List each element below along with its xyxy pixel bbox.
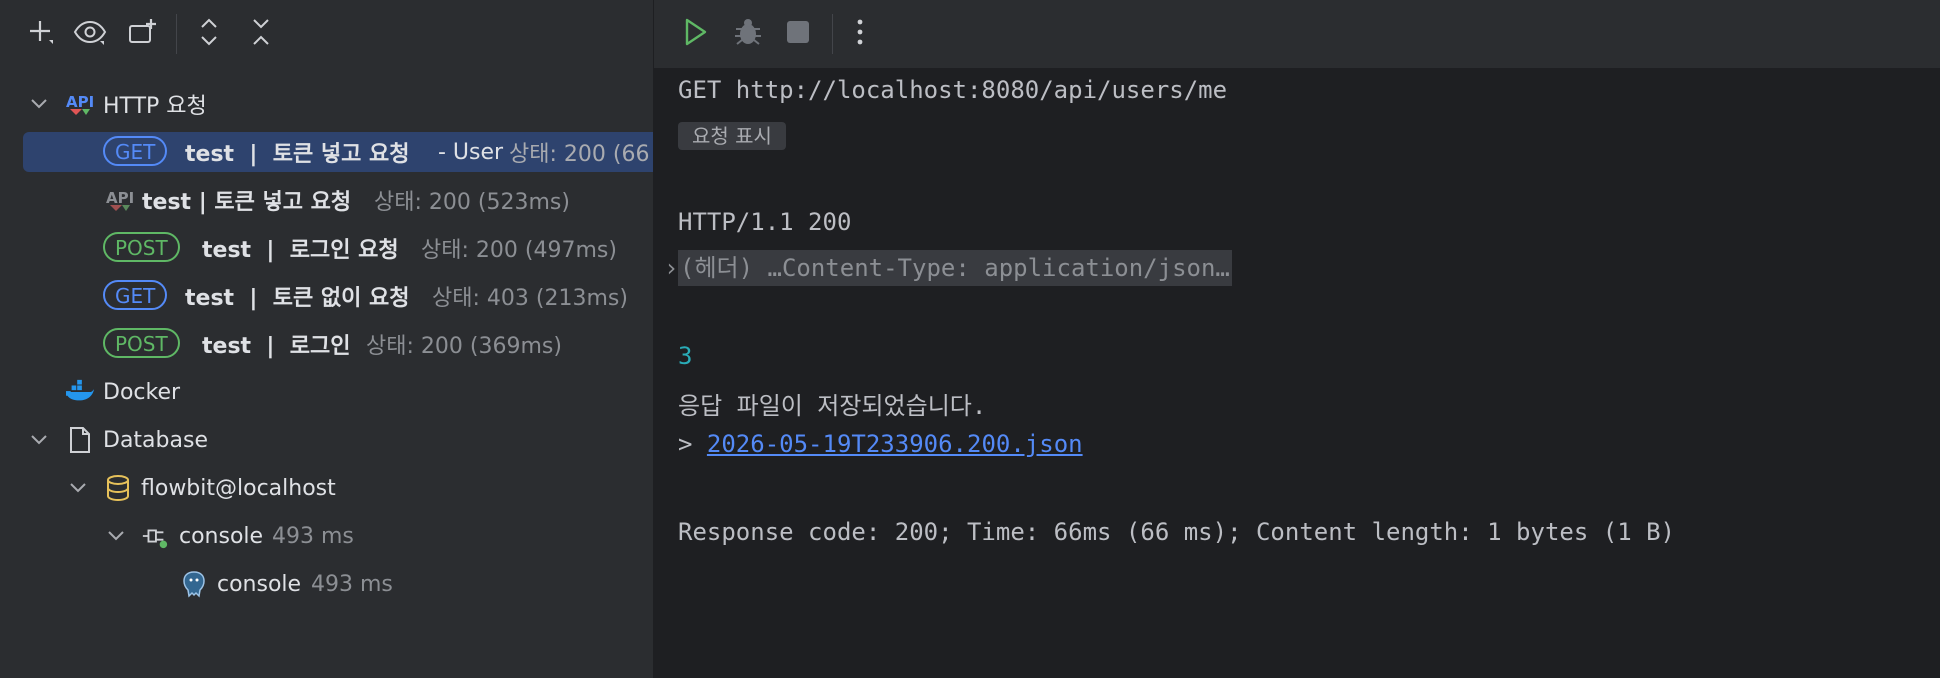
request-extra-prefix: - User: [431, 140, 503, 165]
tree-label: Docker: [103, 379, 181, 405]
request-name: test | 로그인 요청: [202, 238, 399, 263]
request-line: GET http://localhost:8080/api/users/me: [678, 76, 1228, 104]
stop-icon[interactable]: [780, 14, 816, 50]
tree-label: console: [217, 571, 302, 597]
chevron-down-icon[interactable]: [66, 476, 90, 500]
add-icon[interactable]: [22, 14, 58, 50]
tree-node-database[interactable]: Database: [0, 420, 653, 460]
request-status: 상태: 403 (213ms): [432, 286, 628, 311]
services-panel: API HTTP 요청 GET test | 토큰 넣고 요청 - User 상…: [0, 0, 654, 678]
request-status: 상태: 200 (497ms): [421, 238, 617, 263]
request-status: 상태: 200 (66: [509, 142, 650, 167]
svg-text:API: API: [106, 189, 134, 207]
tree-label: flowbit@localhost: [141, 475, 336, 501]
tree-node-datasource[interactable]: flowbit@localhost: [0, 468, 653, 508]
new-tab-icon[interactable]: [125, 14, 161, 50]
toolbar-divider: [832, 14, 833, 54]
method-badge-post: POST: [103, 232, 180, 262]
request-name: test | 토큰 넣고 요청: [185, 142, 410, 167]
chevron-down-icon[interactable]: [27, 92, 51, 116]
request-item[interactable]: POST test | 로그인 상태: 200 (369ms): [0, 324, 653, 364]
request-item[interactable]: API test | 토큰 넣고 요청 상태: 200 (523ms): [0, 180, 653, 220]
tree-label: HTTP 요청: [103, 94, 207, 119]
tree-label: console: [179, 523, 264, 549]
api-icon: API: [106, 186, 134, 214]
services-toolbar: [0, 0, 653, 68]
tree-time: 493 ms: [311, 571, 393, 597]
show-request-label[interactable]: 요청 표시: [678, 122, 786, 150]
file-link-line: > 2026-05-19T233906.200.json: [678, 430, 1083, 458]
tree-node-http-requests[interactable]: API HTTP 요청: [0, 84, 653, 124]
toolbar-divider: [176, 14, 177, 54]
method-badge-post: POST: [103, 328, 180, 358]
plug-icon: [141, 522, 169, 550]
request-extra: - User: [431, 139, 504, 165]
request-item[interactable]: GET test | 토큰 넣고 요청 - User 상태: 200 (66: [23, 132, 653, 172]
response-summary: Response code: 200; Time: 66ms (66 ms); …: [678, 518, 1675, 546]
database-icon: [104, 474, 132, 502]
more-icon[interactable]: [842, 14, 878, 50]
expand-all-icon[interactable]: [191, 14, 227, 50]
show-request-tag[interactable]: 요청 표시: [678, 120, 786, 150]
prompt-symbol: >: [678, 430, 693, 458]
api-icon: API: [66, 90, 94, 118]
run-icon[interactable]: [678, 14, 714, 50]
response-file-link[interactable]: 2026-05-19T233906.200.json: [707, 430, 1083, 458]
chevron-down-icon[interactable]: [104, 524, 128, 548]
response-body: 3: [678, 342, 693, 370]
chevron-right-icon[interactable]: ›: [664, 254, 678, 282]
method-badge-get: GET: [103, 136, 168, 166]
file-icon: [66, 426, 94, 454]
chevron-down-icon[interactable]: [27, 428, 51, 452]
headers-collapsed[interactable]: (헤더) …Content-Type: application/json…: [678, 250, 1232, 286]
output-panel: GET http://localhost:8080/api/users/me 요…: [654, 0, 1940, 678]
request-name: test | 토큰 넣고 요청: [142, 190, 352, 215]
method-badge-get: GET: [103, 280, 168, 310]
output-toolbar: [654, 0, 1940, 68]
eye-icon[interactable]: [72, 14, 108, 50]
request-name: test | 토큰 없이 요청: [185, 286, 410, 311]
request-item[interactable]: GET test | 토큰 없이 요청 상태: 403 (213ms): [0, 276, 653, 316]
tree-label: Database: [103, 427, 208, 453]
headers-fold[interactable]: ›(헤더) …Content-Type: application/json…: [664, 248, 1232, 286]
postgresql-icon: [180, 570, 208, 598]
saved-message: 응답 파일이 저장되었습니다.: [678, 392, 987, 420]
status-line: HTTP/1.1 200: [678, 208, 852, 236]
collapse-all-icon[interactable]: [243, 14, 279, 50]
tree-node-console[interactable]: console 493 ms: [0, 564, 653, 604]
tree-node-docker[interactable]: Docker: [0, 372, 653, 412]
tree-time: 493 ms: [272, 523, 354, 549]
ide-window: API HTTP 요청 GET test | 토큰 넣고 요청 - User 상…: [0, 0, 1940, 678]
request-name: test | 로그인: [202, 334, 351, 359]
request-status: 상태: 200 (369ms): [366, 334, 562, 359]
request-status: 상태: 200 (523ms): [374, 190, 570, 215]
request-item[interactable]: POST test | 로그인 요청 상태: 200 (497ms): [0, 228, 653, 268]
docker-icon: [66, 378, 94, 406]
tree-node-console-session[interactable]: console 493 ms: [0, 516, 653, 556]
debug-icon[interactable]: [730, 14, 766, 50]
svg-text:API: API: [66, 93, 94, 111]
